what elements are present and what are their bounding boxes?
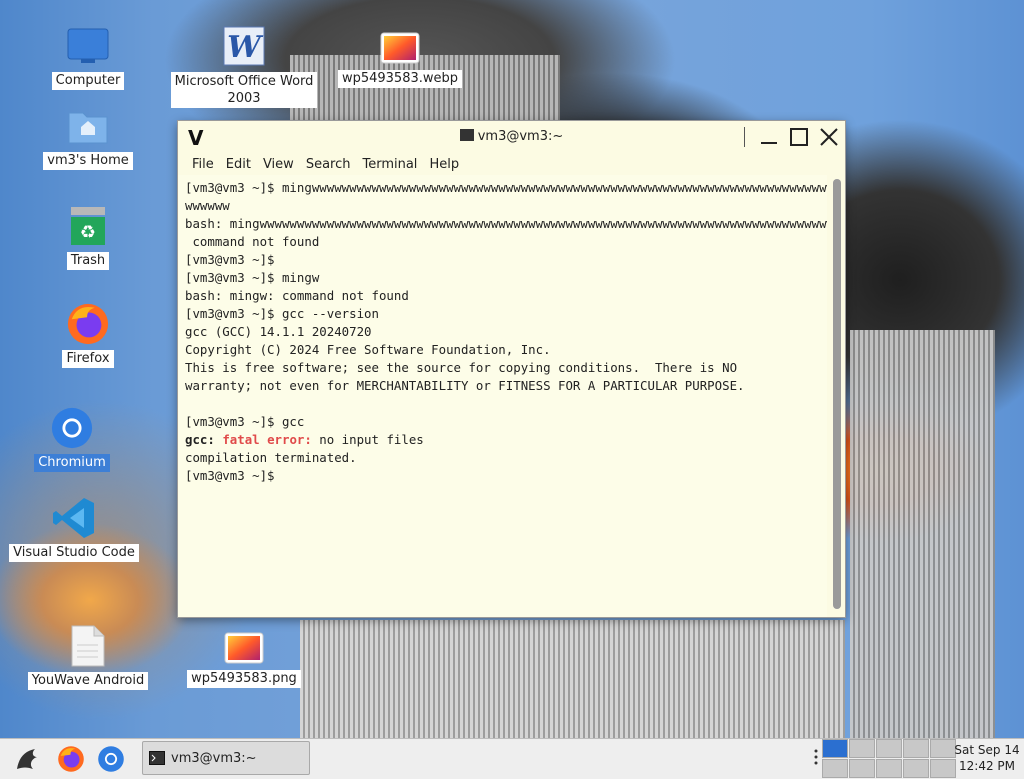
computer-icon <box>66 24 110 68</box>
workspace-3[interactable] <box>876 739 902 758</box>
taskbar-chromium-button[interactable] <box>96 744 126 774</box>
desktop-icon-label: Computer <box>51 72 125 90</box>
workspace-6[interactable] <box>822 759 848 778</box>
maximize-button[interactable] <box>787 125 811 149</box>
terminal-line: gcc: fatal error: no input files <box>185 431 820 449</box>
clock[interactable]: Sat Sep 14 12:42 PM <box>952 742 1022 774</box>
svg-text:♻: ♻ <box>80 222 96 243</box>
menu-terminal[interactable]: Terminal <box>356 157 423 172</box>
desktop-icon-label: Chromium <box>34 454 110 472</box>
svg-text:W: W <box>227 30 264 65</box>
terminal-scrollbar[interactable] <box>833 179 841 609</box>
desktop-icon-label: YouWave Android <box>27 672 149 690</box>
desktop-icon-youwave[interactable]: YouWave Android <box>27 624 149 690</box>
vscode-icon <box>52 496 96 540</box>
firefox-icon <box>66 302 110 346</box>
close-icon <box>820 128 838 146</box>
menu-bar: File Edit View Search Terminal Help <box>178 153 845 175</box>
workspace-7[interactable] <box>849 759 875 778</box>
maximize-icon <box>790 128 808 146</box>
terminal-line: compilation terminated. <box>185 450 357 465</box>
terminal-line: [vm3@vm3 ~]$ mingwwwwwwwwwwwwwwwwwwwwwww… <box>185 180 827 195</box>
desktop-icon-label: wp5493583.webp <box>337 70 463 88</box>
close-button[interactable] <box>817 125 841 149</box>
terminal-line: bash: mingwwwwwwwwwwwwwwwwwwwwwwwwwwwwww… <box>185 216 827 231</box>
workspace-8[interactable] <box>876 759 902 778</box>
desktop-icon-home[interactable]: vm3's Home <box>28 104 148 170</box>
word-icon: W <box>222 24 266 68</box>
terminal-output[interactable]: [vm3@vm3 ~]$ mingwwwwwwwwwwwwwwwwwwwwwww… <box>178 175 827 617</box>
titlebar-divider <box>744 127 745 147</box>
menu-search[interactable]: Search <box>300 157 357 172</box>
wallpaper-detail <box>850 330 995 740</box>
menu-help[interactable]: Help <box>423 157 465 172</box>
desktop-icon-label: vm3's Home <box>43 152 133 170</box>
terminal-line: gcc (GCC) 14.1.1 20240720 <box>185 324 372 339</box>
terminal-window[interactable]: V vm3@vm3:~ File Edit View Search Termin… <box>178 121 845 617</box>
desktop-icon-png[interactable]: wp5493583.png <box>184 630 304 688</box>
taskbar-task-terminal[interactable]: vm3@vm3:~ <box>142 741 310 775</box>
workspace-switcher[interactable] <box>822 739 956 778</box>
workspace-4[interactable] <box>903 739 929 758</box>
app-menu-button[interactable] <box>12 744 42 774</box>
desktop-icon-chromium[interactable]: Chromium <box>12 406 132 472</box>
task-label: vm3@vm3:~ <box>171 750 257 766</box>
home-folder-icon <box>66 104 110 148</box>
chromium-icon <box>98 746 124 772</box>
desktop-icon-webp[interactable]: wp5493583.webp <box>337 30 463 88</box>
terminal-line: warranty; not even for MERCHANTABILITY o… <box>185 378 745 393</box>
terminal-icon <box>459 129 474 141</box>
image-file-icon <box>378 30 422 66</box>
desktop-icon-label: Visual Studio Code <box>9 544 139 562</box>
desktop-icon-label: wp5493583.png <box>187 670 301 688</box>
terminal-line: [vm3@vm3 ~]$ gcc <box>185 414 305 429</box>
workspace-9[interactable] <box>903 759 929 778</box>
desktop-icon-vscode[interactable]: Visual Studio Code <box>9 496 139 562</box>
desktop-icon-trash[interactable]: ♻ Trash <box>28 204 148 270</box>
scrollbar-thumb[interactable] <box>833 179 841 609</box>
desktop-icon-computer[interactable]: Computer <box>28 24 148 90</box>
terminal-line: [vm3@vm3 ~]$ <box>185 252 275 267</box>
menu-edit[interactable]: Edit <box>220 157 257 172</box>
drag-handle-icon <box>814 749 818 765</box>
desktop-icon-firefox[interactable]: Firefox <box>28 302 148 368</box>
terminal-line: wwwwww <box>185 198 230 213</box>
menu-file[interactable]: File <box>186 157 220 172</box>
trash-icon: ♻ <box>66 204 110 248</box>
desktop-icon-label: Microsoft Office Word 2003 <box>170 72 318 108</box>
clock-date: Sat Sep 14 <box>954 743 1020 757</box>
taskbar-firefox-button[interactable] <box>56 744 86 774</box>
minimize-icon <box>761 142 777 144</box>
error-source: gcc: <box>185 432 215 447</box>
menu-view[interactable]: View <box>257 157 300 172</box>
app-menu-icon <box>17 749 37 769</box>
terminal-line: bash: mingw: command not found <box>185 288 409 303</box>
terminal-line: [vm3@vm3 ~]$ mingw <box>185 270 320 285</box>
terminal-line: This is free software; see the source fo… <box>185 360 738 375</box>
desktop-icon-word[interactable]: W Microsoft Office Word 2003 <box>170 24 318 108</box>
chromium-icon <box>50 406 94 450</box>
workspace-2[interactable] <box>849 739 875 758</box>
wallpaper-detail <box>300 620 845 740</box>
window-title-text: vm3@vm3:~ <box>477 129 564 144</box>
terminal-line: Copyright (C) 2024 Free Software Foundat… <box>185 342 551 357</box>
firefox-icon <box>58 746 84 772</box>
terminal-line: command not found <box>185 234 320 249</box>
taskbar: vm3@vm3:~ Sat Sep 14 12:42 PM <box>0 738 1024 779</box>
window-titlebar[interactable]: V vm3@vm3:~ <box>178 121 845 153</box>
error-label: fatal error: <box>222 432 312 447</box>
terminal-line: [vm3@vm3 ~]$ gcc --version <box>185 306 379 321</box>
document-icon <box>66 624 110 668</box>
workspace-handle[interactable] <box>814 747 818 767</box>
terminal-icon <box>149 751 165 765</box>
workspace-1[interactable] <box>822 739 848 758</box>
image-file-icon <box>222 630 266 666</box>
error-message: no input files <box>311 432 424 447</box>
desktop-icon-label: Firefox <box>62 350 114 368</box>
terminal-prompt: [vm3@vm3 ~]$ <box>185 468 275 483</box>
desktop-icon-label: Trash <box>66 252 110 270</box>
minimize-button[interactable] <box>757 125 781 149</box>
clock-time: 12:42 PM <box>959 759 1015 773</box>
